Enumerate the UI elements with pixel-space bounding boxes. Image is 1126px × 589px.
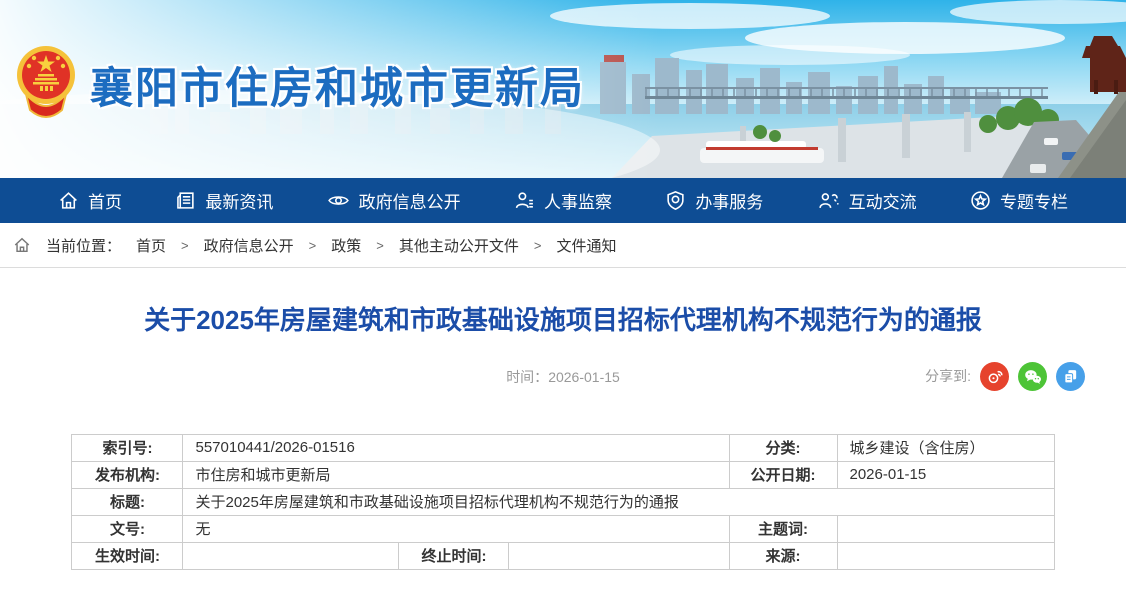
- expiry-date-value: [509, 542, 729, 569]
- nav-item-home[interactable]: 首页: [58, 188, 122, 213]
- breadcrumb-separator: >: [534, 238, 542, 253]
- category-label: 分类:: [729, 434, 837, 461]
- effective-date-label: 生效时间:: [72, 542, 183, 569]
- nav-item-personnel[interactable]: 人事监察: [514, 188, 612, 213]
- weibo-icon: [986, 367, 1004, 385]
- table-row-title: 标题: 关于2025年房屋建筑和市政基础设施项目招标代理机构不规范行为的通报: [72, 488, 1054, 515]
- table-row-index-category: 索引号: 557010441/2026-01516 分类: 城乡建设（含住房）: [72, 434, 1054, 461]
- copy-link-share-button[interactable]: [1056, 362, 1085, 391]
- time-value: 2026-01-15: [548, 369, 620, 385]
- eye-icon: [327, 190, 350, 211]
- issuing-agency-value: 市住房和城市更新局: [183, 461, 729, 488]
- doc-number-value: 无: [183, 515, 729, 542]
- breadcrumb-item-document-notice[interactable]: 文件通知: [556, 235, 616, 256]
- nav-label: 办事服务: [695, 188, 763, 213]
- weibo-share-button[interactable]: [980, 362, 1009, 391]
- news-icon: [175, 190, 196, 211]
- national-emblem-icon: [14, 42, 78, 128]
- source-label: 来源:: [729, 542, 837, 569]
- table-row-dates-source: 生效时间: 终止时间: 来源:: [72, 542, 1054, 569]
- document-info-table: 索引号: 557010441/2026-01516 分类: 城乡建设（含住房） …: [71, 434, 1054, 570]
- index-number-value: 557010441/2026-01516: [183, 434, 729, 461]
- time-label: 时间：: [506, 369, 548, 385]
- breadcrumb-item-home[interactable]: 首页: [136, 235, 166, 256]
- keywords-label: 主题词:: [729, 515, 837, 542]
- doc-title-value: 关于2025年房屋建筑和市政基础设施项目招标代理机构不规范行为的通报: [183, 488, 1054, 515]
- share-bar: 分享到:: [925, 362, 1085, 391]
- doc-title-label: 标题:: [72, 488, 183, 515]
- category-value: 城乡建设（含住房）: [837, 434, 1054, 461]
- home-icon: [58, 190, 79, 211]
- nav-label: 专题专栏: [1000, 188, 1068, 213]
- home-outline-icon: [13, 236, 31, 254]
- publish-date-label: 公开日期:: [729, 461, 837, 488]
- article-meta: 时间：2026-01-15 分享到:: [0, 360, 1126, 392]
- person-icon: [514, 190, 535, 211]
- source-value: [837, 542, 1054, 569]
- wechat-icon: [1023, 367, 1042, 386]
- keywords-value: [837, 515, 1054, 542]
- share-label: 分享到:: [925, 366, 971, 386]
- star-circle-icon: [970, 190, 991, 211]
- breadcrumb-item-gov-info[interactable]: 政府信息公开: [204, 235, 294, 256]
- breadcrumb-separator: >: [309, 238, 317, 253]
- publish-date-value: 2026-01-15: [837, 461, 1054, 488]
- article-main: 关于2025年房屋建筑和市政基础设施项目招标代理机构不规范行为的通报 时间：20…: [0, 304, 1126, 570]
- site-brand[interactable]: 襄阳市住房和城市更新局: [14, 42, 585, 128]
- chat-people-icon: [817, 190, 840, 211]
- nav-label: 政府信息公开: [359, 188, 461, 213]
- doc-number-label: 文号:: [72, 515, 183, 542]
- article-title: 关于2025年房屋建筑和市政基础设施项目招标代理机构不规范行为的通报: [50, 304, 1076, 338]
- nav-label: 首页: [88, 188, 122, 213]
- main-navigation: 首页 最新资讯 政府信息公开 人事监察 办事服务 互动交流 专题专栏: [0, 178, 1126, 223]
- site-title: 襄阳市住房和城市更新局: [90, 54, 585, 116]
- breadcrumb: 当前位置： 首页 > 政府信息公开 > 政策 > 其他主动公开文件 > 文件通知: [0, 223, 1126, 268]
- table-row-agency-pubdate: 发布机构: 市住房和城市更新局 公开日期: 2026-01-15: [72, 461, 1054, 488]
- nav-item-special-topics[interactable]: 专题专栏: [970, 188, 1068, 213]
- breadcrumb-separator: >: [181, 238, 189, 253]
- nav-item-news[interactable]: 最新资讯: [175, 188, 273, 213]
- copy-link-icon: [1062, 368, 1079, 385]
- breadcrumb-label: 当前位置：: [46, 235, 121, 256]
- nav-item-interaction[interactable]: 互动交流: [817, 188, 917, 213]
- nav-item-services[interactable]: 办事服务: [665, 188, 763, 213]
- issuing-agency-label: 发布机构:: [72, 461, 183, 488]
- shield-icon: [665, 190, 686, 211]
- wechat-share-button[interactable]: [1018, 362, 1047, 391]
- index-number-label: 索引号:: [72, 434, 183, 461]
- table-row-docnum-keywords: 文号: 无 主题词:: [72, 515, 1054, 542]
- nav-label: 人事监察: [544, 188, 612, 213]
- nav-item-gov-info[interactable]: 政府信息公开: [327, 188, 461, 213]
- breadcrumb-separator: >: [376, 238, 384, 253]
- nav-label: 互动交流: [849, 188, 917, 213]
- site-banner: 襄阳市住房和城市更新局: [0, 0, 1126, 178]
- breadcrumb-item-policy[interactable]: 政策: [331, 235, 361, 256]
- effective-date-value: [183, 542, 399, 569]
- breadcrumb-item-other-public-docs[interactable]: 其他主动公开文件: [399, 235, 519, 256]
- nav-label: 最新资讯: [205, 188, 273, 213]
- expiry-date-label: 终止时间:: [399, 542, 509, 569]
